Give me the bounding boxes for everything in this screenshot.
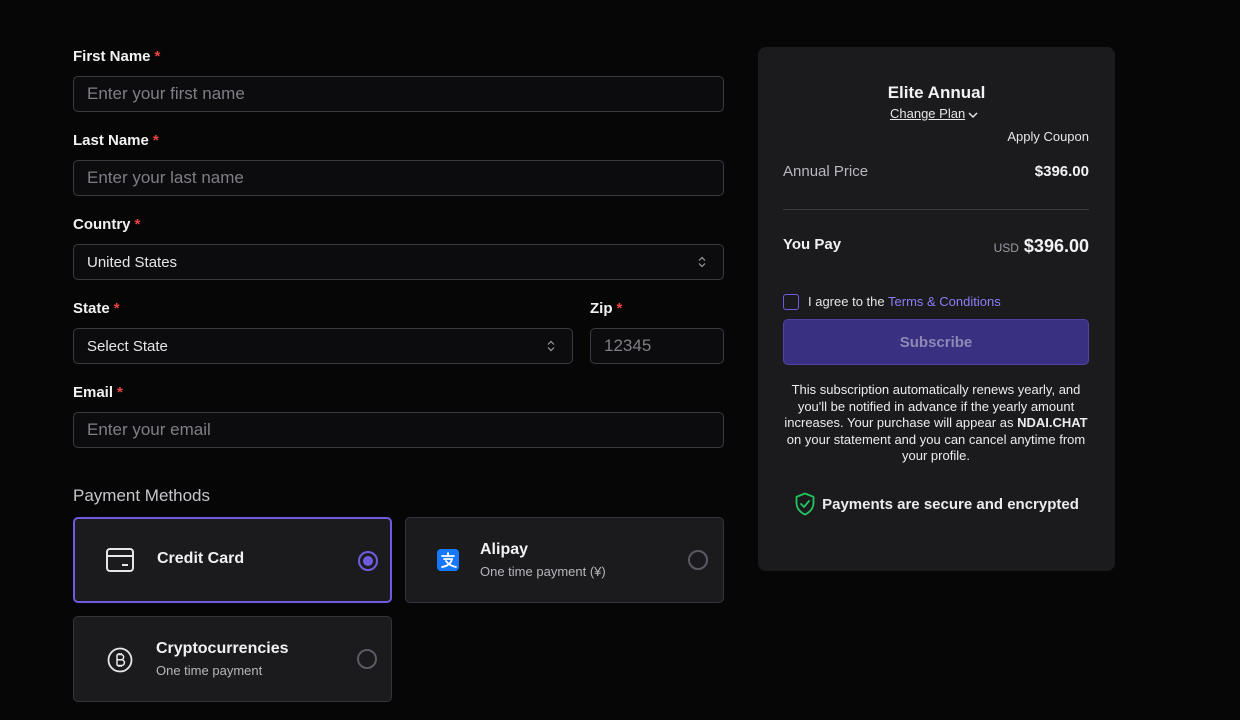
select-caret-icon <box>547 340 555 352</box>
zip-placeholder: 12345 <box>604 336 652 355</box>
payment-method-name: Cryptocurrencies <box>156 640 289 657</box>
you-pay-value: $396.00 <box>1023 236 1089 256</box>
payment-method-name: Credit Card <box>157 550 245 567</box>
country-select[interactable]: United States <box>73 244 724 280</box>
bitcoin-icon <box>107 647 133 673</box>
radio-button-selected[interactable] <box>358 551 378 571</box>
order-summary-panel: Elite Annual Change Plan Apply Coupon An… <box>758 47 1115 571</box>
apply-coupon-link[interactable]: Apply Coupon <box>1007 129 1089 144</box>
required-asterisk: * <box>134 216 141 233</box>
email-label: Email * <box>73 384 123 401</box>
required-asterisk: * <box>113 300 120 317</box>
shield-check-icon <box>795 492 815 516</box>
change-plan-label: Change Plan <box>890 106 966 121</box>
state-value: Select State <box>87 337 168 355</box>
payment-method-subtitle: One time payment (¥) <box>480 564 606 579</box>
subscription-notice: This subscription automatically renews y… <box>780 382 1092 465</box>
required-asterisk: * <box>616 300 623 317</box>
state-select[interactable]: Select State <box>73 328 573 364</box>
zip-input[interactable]: 12345 <box>590 328 724 364</box>
payment-method-crypto[interactable]: Cryptocurrencies One time payment <box>73 616 392 702</box>
required-asterisk: * <box>117 384 123 401</box>
secure-payments-note: Payments are secure and encrypted <box>758 492 1115 516</box>
annual-price-label: Annual Price <box>783 163 869 180</box>
terms-checkbox[interactable] <box>783 294 799 310</box>
radio-button[interactable] <box>357 649 377 669</box>
you-pay-amount: USD $396.00 <box>994 236 1089 257</box>
last-name-input[interactable]: Enter your last name <box>73 160 724 196</box>
notice-brand: NDAI.CHAT <box>1017 415 1088 431</box>
last-name-label: Last Name * <box>73 132 159 149</box>
plan-name: Elite Annual <box>887 83 986 102</box>
email-placeholder: Enter your email <box>87 420 211 439</box>
country-value: United States <box>87 253 178 271</box>
payment-method-subtitle: One time payment <box>156 663 263 678</box>
terms-agreement: I agree to the Terms & Conditions <box>808 294 1001 309</box>
payment-methods-title: Payment Methods <box>73 486 211 505</box>
last-name-placeholder: Enter your last name <box>87 168 244 187</box>
notice-text-end: on your statement and you can cancel any… <box>786 431 1086 464</box>
state-label: State * <box>73 300 120 317</box>
divider <box>783 209 1089 210</box>
change-plan-link[interactable]: Change Plan <box>890 106 979 121</box>
country-label: Country * <box>73 216 141 233</box>
required-asterisk: * <box>154 48 161 65</box>
subscribe-label: Subscribe <box>899 333 973 351</box>
annual-price-value: $396.00 <box>1034 163 1089 180</box>
subscribe-button[interactable]: Subscribe <box>783 319 1089 365</box>
first-name-input[interactable]: Enter your first name <box>73 76 724 112</box>
chevron-down-icon <box>968 111 978 118</box>
zip-label: Zip * <box>590 300 623 317</box>
email-input[interactable]: Enter your email <box>73 412 724 448</box>
radio-button[interactable] <box>688 550 708 570</box>
terms-link[interactable]: Terms & Conditions <box>888 294 1001 309</box>
currency-code: USD <box>993 241 1019 255</box>
credit-card-icon <box>106 548 134 572</box>
required-asterisk: * <box>152 132 159 149</box>
payment-method-credit-card[interactable]: Credit Card <box>73 517 392 603</box>
agree-text: I agree to the <box>808 294 885 309</box>
first-name-placeholder: Enter your first name <box>87 84 245 103</box>
secure-text: Payments are secure and encrypted <box>822 495 1079 513</box>
payment-method-alipay[interactable]: Alipay One time payment (¥) <box>405 517 724 603</box>
payment-method-name: Alipay <box>480 541 529 558</box>
first-name-label: First Name * <box>73 48 161 65</box>
alipay-icon <box>437 549 459 571</box>
you-pay-label: You Pay <box>783 236 842 253</box>
select-caret-icon <box>698 256 706 268</box>
